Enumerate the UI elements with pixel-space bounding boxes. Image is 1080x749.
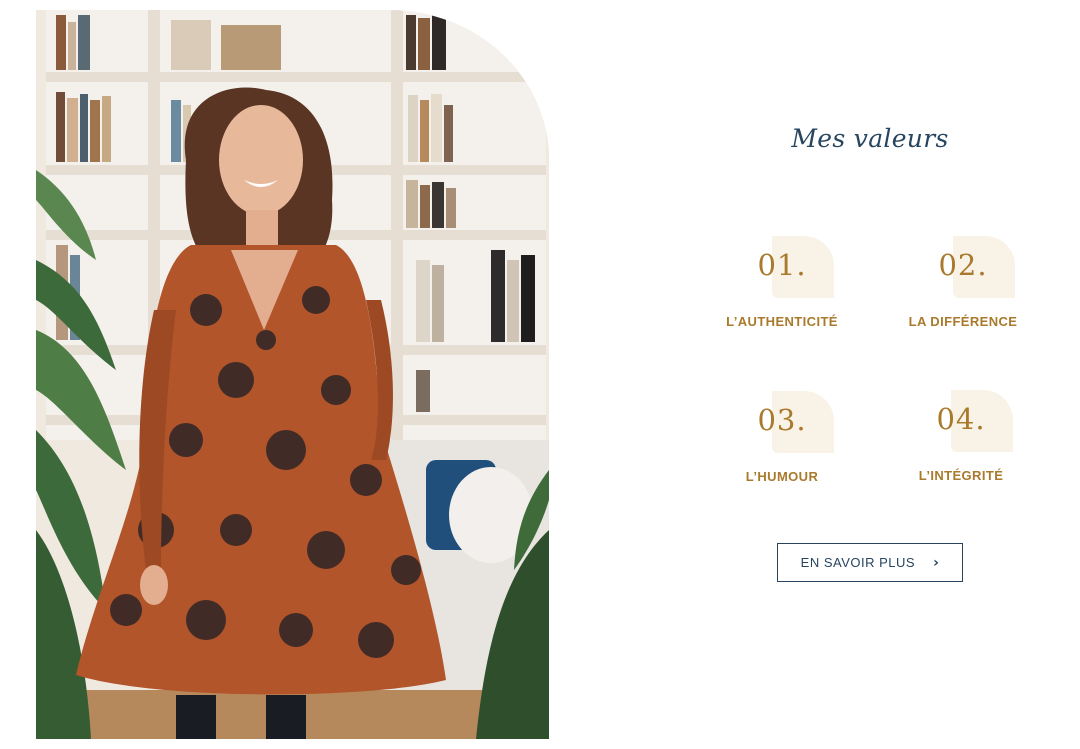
value-number: 04. (936, 402, 986, 436)
value-number: 02. (938, 248, 988, 282)
value-item: 03. L’HUMOUR (697, 391, 867, 484)
learn-more-label: EN SAVOIR PLUS (800, 555, 916, 570)
value-label: L’HUMOUR (745, 469, 819, 484)
value-label: LA DIFFÉRENCE (908, 314, 1018, 329)
section-title: Mes valeurs (791, 124, 949, 153)
learn-more-button[interactable]: EN SAVOIR PLUS › (777, 543, 963, 582)
value-number: 03. (757, 403, 807, 437)
chevron-right-icon: › (933, 554, 940, 571)
value-item: 02. LA DIFFÉRENCE (878, 236, 1048, 329)
portrait-photo (36, 10, 549, 739)
values-section: Mes valeurs 01. L’AUTHENTICITÉ 02. LA DI… (0, 0, 1080, 749)
value-label: L’INTÉGRITÉ (918, 468, 1004, 483)
value-label: L’AUTHENTICITÉ (726, 314, 838, 329)
value-number: 01. (757, 248, 807, 282)
value-item: 01. L’AUTHENTICITÉ (697, 236, 867, 329)
value-item: 04. L’INTÉGRITÉ (876, 390, 1046, 483)
